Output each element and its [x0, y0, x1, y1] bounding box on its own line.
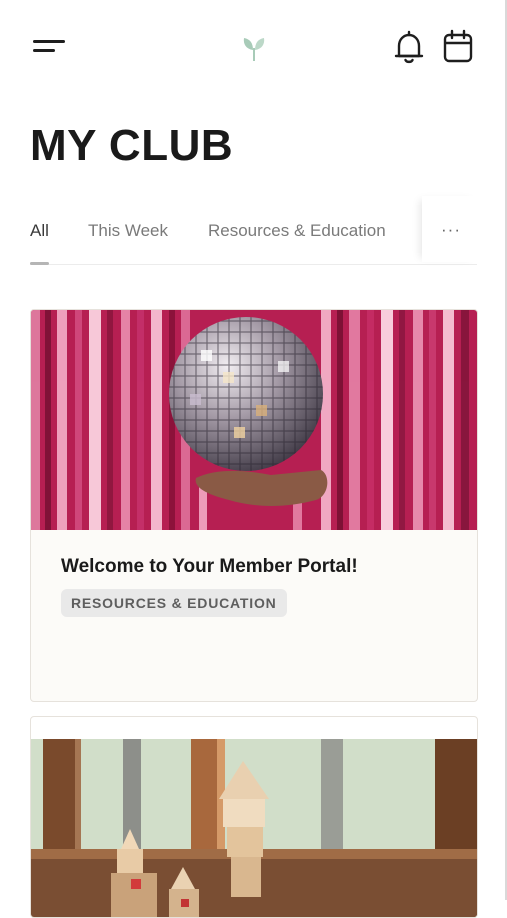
leaf-logo-icon — [243, 38, 265, 61]
disco-ball-image — [31, 310, 477, 530]
post-title: Welcome to Your Member Portal! — [61, 556, 358, 577]
post-card[interactable]: Welcome to Your Member Portal! RESOURCES… — [30, 309, 478, 702]
hamburger-menu-icon[interactable] — [30, 32, 68, 60]
more-tabs-button[interactable]: ··· — [422, 196, 480, 262]
tab-resources-education[interactable]: Resources & Education — [208, 221, 386, 241]
more-dots-icon: ··· — [441, 220, 461, 239]
calendar-icon[interactable] — [440, 28, 476, 66]
page-title: MY CLUB — [30, 121, 234, 170]
tab-this-week[interactable]: This Week — [88, 221, 168, 241]
tab-all[interactable]: All — [30, 221, 49, 241]
category-tabs: All This Week Resources & Education ··· — [30, 196, 480, 265]
top-bar — [0, 0, 505, 95]
wooden-blocks-image — [31, 739, 477, 917]
category-tag[interactable]: RESOURCES & EDUCATION — [61, 589, 287, 617]
bell-icon[interactable] — [392, 28, 426, 66]
active-tab-indicator — [30, 262, 49, 265]
post-card[interactable] — [30, 716, 478, 918]
